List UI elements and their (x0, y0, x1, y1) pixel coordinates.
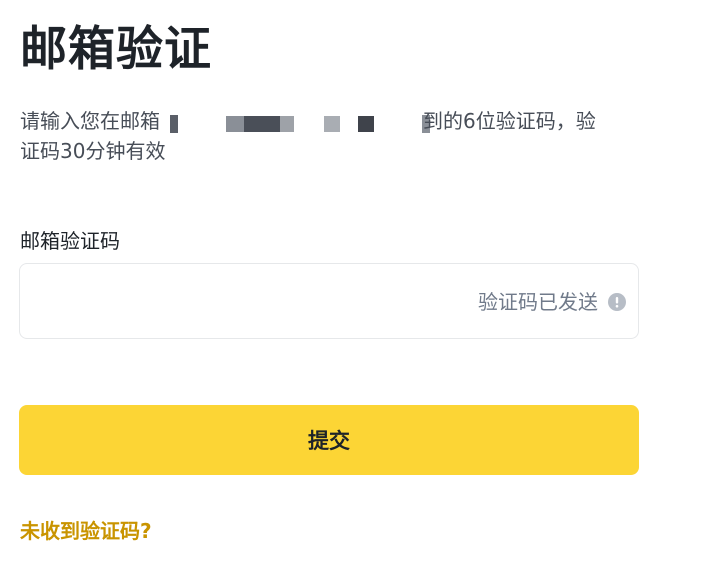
verification-code-input[interactable] (34, 284, 458, 322)
code-sent-status: 验证码已发送 (478, 287, 626, 317)
code-sent-text: 验证码已发送 (478, 290, 598, 314)
info-icon (608, 293, 626, 311)
instruction-validity: 证码30分钟有效 (20, 139, 166, 163)
instruction-text: 请输入您在邮箱 到的6位验证码，验 证码30分钟有效 (20, 106, 630, 166)
page-title: 邮箱验证 (20, 22, 212, 77)
verification-code-field[interactable]: 验证码已发送 (19, 263, 639, 339)
instruction-suffix: 到的6位验证码，验 (423, 109, 596, 133)
code-field-label: 邮箱验证码 (20, 229, 120, 253)
submit-button[interactable]: 提交 (19, 405, 639, 475)
redacted-email (170, 106, 430, 136)
code-not-received-link[interactable]: 未收到验证码? (20, 516, 152, 546)
instruction-line-2: 证码30分钟有效 (20, 136, 630, 166)
instruction-prefix: 请输入您在邮箱 (20, 109, 160, 133)
instruction-line-1: 请输入您在邮箱 到的6位验证码，验 (20, 106, 630, 136)
